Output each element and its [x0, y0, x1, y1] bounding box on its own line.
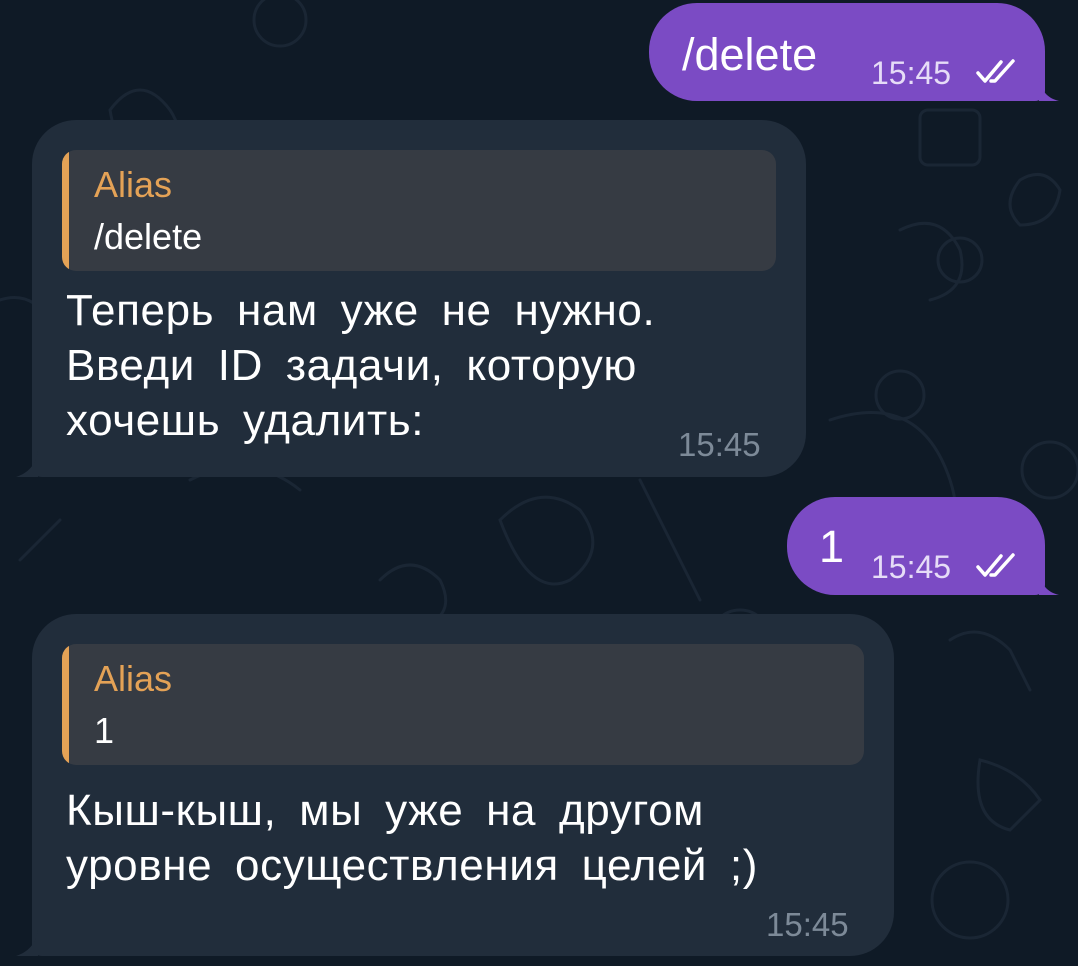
outgoing-message[interactable]: /delete 15:45 [649, 3, 1059, 101]
reply-accent-bar [62, 644, 69, 765]
bubble-tail [16, 451, 38, 477]
message-time: 15:45 [871, 549, 952, 585]
bubble-tail [1039, 571, 1059, 595]
bubble-tail [1039, 77, 1059, 101]
reply-accent-bar [62, 150, 69, 271]
message-time: 15:45 [871, 55, 952, 91]
reply-author: Alias [94, 164, 173, 205]
bubble-tail [16, 930, 38, 956]
reply-author: Alias [94, 658, 173, 699]
incoming-message[interactable]: Alias 1 Кыш-кыш, мы уже на другом уровне… [16, 614, 894, 956]
reply-quote[interactable]: Alias 1 [62, 644, 864, 765]
double-check-icon [976, 553, 1015, 577]
message-text: Теперь нам уже не нужно. Введи ID задачи… [66, 286, 656, 445]
message-text: /delete [682, 29, 818, 80]
incoming-message[interactable]: Alias /delete Теперь нам уже не нужно. В… [16, 120, 806, 477]
reply-quote[interactable]: Alias /delete [62, 150, 776, 271]
message-time: 15:45 [766, 906, 849, 943]
outgoing-message[interactable]: 1 15:45 [787, 497, 1059, 595]
reply-text: 1 [94, 710, 115, 751]
message-text: Кыш-кыш, мы уже на другом уровне осущест… [66, 786, 758, 890]
double-check-icon [976, 59, 1015, 83]
message-time: 15:45 [678, 426, 761, 463]
message-text: 1 [819, 521, 845, 572]
reply-text: /delete [94, 216, 203, 257]
